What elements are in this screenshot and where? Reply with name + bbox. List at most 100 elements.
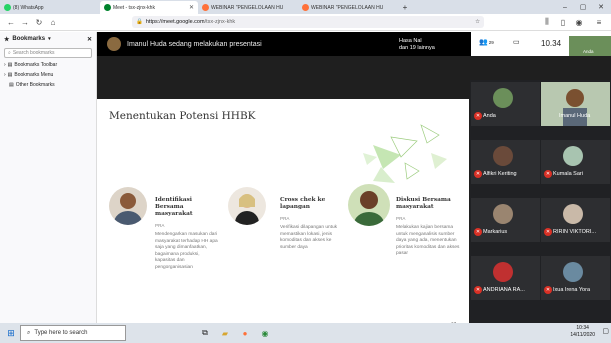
slide-title: Menentukan Potensi HHBK: [109, 110, 256, 122]
sidebar-item-label: Bookmarks Menu: [14, 72, 54, 78]
sidebar-item-label: Other Bookmarks: [15, 82, 55, 88]
lock-icon: 🔒: [136, 19, 143, 25]
tab-meet[interactable]: Meet - tsx-zjnx-khk ✕: [100, 1, 198, 14]
bookmarks-search-input[interactable]: ⌕ Search bookmarks: [4, 48, 92, 58]
chrome-icon[interactable]: ◉: [258, 326, 272, 340]
new-tab-button[interactable]: +: [398, 1, 412, 14]
search-placeholder: Type here to search: [34, 330, 88, 336]
folder-icon: ▤: [7, 72, 13, 78]
close-sidebar-icon[interactable]: ✕: [87, 36, 92, 43]
participant-tile[interactable]: ✕ ANDRIANA RA...: [471, 256, 540, 300]
participant-tile[interactable]: ✕ RIRIN VIKTORI...: [541, 198, 610, 242]
column-title: Cross chek ke lapangan: [280, 197, 326, 210]
people-button[interactable]: 👥 29: [479, 38, 494, 46]
mic-off-icon: ✕: [544, 170, 552, 178]
participant-avatar: [493, 204, 513, 224]
url-bar[interactable]: 🔒 https://meet.google.com/tsx-zjnx-khk ☆: [132, 16, 484, 28]
participant-avatar: [563, 262, 583, 282]
mic-off-icon: ✕: [544, 286, 552, 294]
sidebar-item-menu[interactable]: › ▤ Bookmarks Menu: [0, 70, 96, 80]
account-icon[interactable]: ◉: [572, 15, 586, 29]
participant-tile[interactable]: ✕ Alfikri Keriting: [471, 140, 540, 184]
close-window-icon[interactable]: ✕: [592, 0, 610, 14]
home-icon[interactable]: ⌂: [46, 15, 60, 29]
url-path: /tsx-zjnx-khk: [204, 19, 236, 25]
tab-label: WEBINAR "PENGELOLAAN HU: [211, 4, 284, 11]
windows-start-icon[interactable]: ⊞: [4, 326, 18, 340]
participant-name: Anda: [483, 113, 496, 119]
taskbar-time: 10:34: [576, 325, 589, 331]
chevron-right-icon: ›: [4, 62, 6, 68]
firefox-icon[interactable]: ●: [238, 326, 252, 340]
mic-off-icon: ✕: [474, 170, 482, 178]
bookmark-star-icon[interactable]: ☆: [475, 19, 480, 25]
task-view-icon[interactable]: ⧉: [198, 326, 212, 340]
tab-whatsapp[interactable]: (8) WhatsApp: [0, 1, 100, 14]
taskbar-search-input[interactable]: ⌕ Type here to search: [20, 325, 126, 341]
column-description: Verifikasi dilapangan untuk memastikan l…: [280, 225, 338, 250]
column-title: Diskusi Bersama masyarakat: [396, 197, 451, 210]
taskbar-date: 14/11/2020: [570, 332, 595, 338]
sidebar-header[interactable]: ★ Bookmarks ▾ ✕: [0, 32, 96, 46]
whatsapp-icon: [4, 4, 11, 11]
close-tab-icon[interactable]: ✕: [189, 4, 194, 11]
mic-off-icon: ✕: [474, 286, 482, 294]
menu-icon[interactable]: ≡: [592, 15, 606, 29]
chat-icon[interactable]: ▭: [513, 38, 520, 46]
woman-photo: [228, 187, 266, 225]
participant-gallery: ✕ Anda Imanul Huda ✕ Alfikri Keriting ✕ …: [470, 80, 611, 323]
participant-tile[interactable]: ✕ Ixua Irena Yora: [541, 256, 610, 300]
chevron-right-icon: ›: [4, 72, 6, 78]
clock-time: 10.34: [541, 39, 562, 48]
woman-smiling-photo: [348, 184, 390, 226]
bookmark-star-icon: ★: [4, 36, 10, 43]
file-explorer-icon[interactable]: ▰: [218, 326, 232, 340]
windows-taskbar: ⊞ ⌕ Type here to search ⧉ ▰ ● ◉ 10:34 14…: [0, 323, 611, 343]
search-placeholder: Search bookmarks: [12, 50, 55, 56]
chevron-down-icon: ▾: [48, 36, 51, 42]
slide-column-2: Cross chek ke lapangan PRA Verifikasi di…: [228, 187, 348, 297]
taskbar-clock[interactable]: 10:34 14/11/2020: [570, 325, 595, 339]
participant-name: Ixua Irena Yora: [553, 287, 591, 293]
participant-avatar: [493, 146, 513, 166]
participant-tile[interactable]: ✕ Anda: [471, 82, 540, 126]
tab-webinar-1[interactable]: WEBINAR "PENGELOLAAN HU: [198, 1, 298, 14]
back-arrow-icon[interactable]: ←: [4, 15, 18, 29]
maximize-icon[interactable]: ▢: [574, 0, 592, 14]
firefox-icon: [302, 4, 309, 11]
mic-off-icon: ✕: [544, 228, 552, 236]
library-icon[interactable]: ⫼: [540, 15, 554, 29]
column-description: Mendengarkan masukan dari masyarakat ter…: [155, 232, 218, 270]
sidebar-icon[interactable]: ▯: [556, 15, 570, 29]
folder-icon: ▤: [9, 82, 14, 88]
screen: (8) WhatsApp Meet - tsx-zjnx-khk ✕ WEBIN…: [0, 0, 611, 343]
tab-label: WEBINAR "PENGELOLAAN HU: [311, 4, 384, 11]
minimize-icon[interactable]: –: [556, 0, 574, 14]
column-title: Identifikasi Bersama masyarakat: [155, 197, 193, 217]
tab-webinar-2[interactable]: WEBINAR "PENGELOLAAN HU: [298, 1, 398, 14]
participant-tile[interactable]: Imanul Huda: [541, 82, 610, 126]
notification-icon[interactable]: ▢: [602, 327, 609, 335]
participant-avatar: [493, 262, 513, 282]
presenter-avatar: [107, 37, 121, 51]
participant-count-box: Hasa Nal dan 19 lainnya: [397, 32, 471, 56]
sidebar-item-other[interactable]: ▤ Other Bookmarks: [0, 80, 96, 90]
browser-tab-bar: (8) WhatsApp Meet - tsx-zjnx-khk ✕ WEBIN…: [0, 0, 611, 14]
folder-icon: ▤: [7, 62, 13, 68]
participant-name: Kumala Sari: [553, 171, 583, 177]
decorative-triangles-graphic: [363, 124, 447, 183]
participant-name: Alfikri Keriting: [483, 171, 517, 177]
presenter-video: [541, 82, 610, 126]
sidebar-item-toolbar[interactable]: › ▤ Bookmarks Toolbar: [0, 60, 96, 70]
participant-avatar: [563, 204, 583, 224]
self-label: Anda: [583, 49, 594, 54]
self-preview: Anda: [569, 36, 611, 56]
participant-tile[interactable]: ✕ Markarius: [471, 198, 540, 242]
reload-icon[interactable]: ↻: [32, 15, 46, 29]
tab-label: Meet - tsx-zjnx-khk: [113, 4, 155, 11]
participant-avatar: [563, 146, 583, 166]
bookmarks-sidebar: ★ Bookmarks ▾ ✕ ⌕ Search bookmarks › ▤ B…: [0, 32, 97, 323]
forward-arrow-icon[interactable]: →: [18, 15, 32, 29]
participant-tile[interactable]: ✕ Kumala Sari: [541, 140, 610, 184]
participant-name: Imanul Huda: [559, 113, 591, 119]
